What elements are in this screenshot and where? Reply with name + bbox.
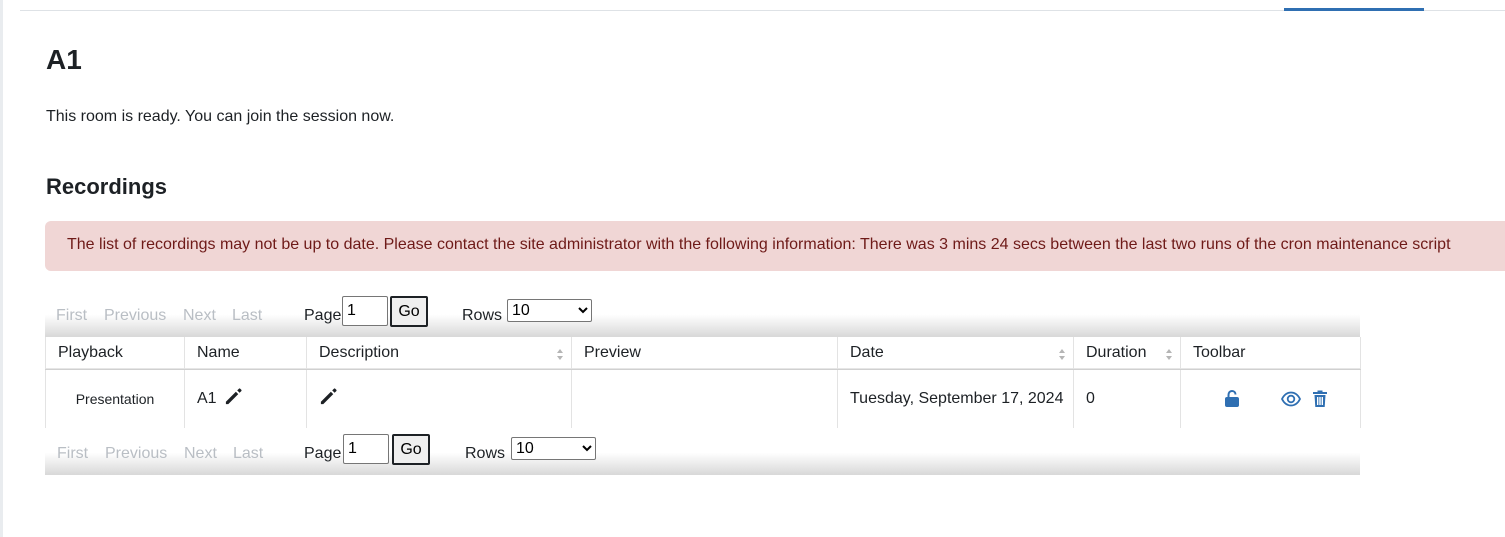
pager-next-link[interactable]: Next — [183, 307, 216, 325]
pager-last-link[interactable]: Last — [233, 445, 263, 463]
go-button[interactable]: Go — [390, 296, 428, 327]
unlock-icon[interactable] — [1224, 389, 1240, 413]
column-header-playback: Playback — [45, 337, 185, 370]
go-button[interactable]: Go — [392, 434, 430, 465]
header-label: Toolbar — [1193, 344, 1246, 361]
page-number-input[interactable] — [342, 296, 388, 326]
alert-text: The list of recordings may not be up to … — [67, 236, 1451, 253]
page-left-border — [0, 0, 3, 537]
toolbar-cell — [1180, 369, 1361, 428]
recordings-warning-alert: The list of recordings may not be up to … — [45, 221, 1505, 271]
sort-icon[interactable] — [1166, 349, 1173, 361]
page-label: Page — [304, 307, 342, 324]
pencil-icon[interactable] — [319, 387, 338, 411]
recording-duration: 0 — [1086, 390, 1095, 407]
header-label: Name — [197, 344, 240, 361]
pencil-icon[interactable] — [224, 387, 243, 411]
duration-cell: 0 — [1073, 369, 1181, 428]
header-label: Duration — [1086, 344, 1147, 361]
pager-next-link[interactable]: Next — [184, 445, 217, 463]
playback-cell: Presentation — [45, 369, 185, 428]
pager-previous-link[interactable]: Previous — [104, 307, 166, 325]
rows-per-page-select[interactable]: 10 — [507, 299, 592, 322]
pager-previous-link[interactable]: Previous — [105, 445, 167, 463]
pager-first-link[interactable]: First — [56, 307, 87, 325]
pager-bottom: First Previous Next Last Page Go Rows 10 — [45, 434, 1360, 475]
rows-per-page-select[interactable]: 10 — [511, 437, 596, 460]
column-header-name: Name — [184, 337, 307, 370]
room-status-message: This room is ready. You can join the ses… — [46, 108, 395, 125]
recordings-heading: Recordings — [46, 174, 168, 199]
name-cell: A1 — [184, 369, 307, 428]
recordings-table: Playback Name Description Preview Date D… — [45, 337, 1361, 428]
recording-date: Tuesday, September 17, 2024 — [850, 390, 1064, 407]
pager-last-link[interactable]: Last — [232, 307, 262, 325]
playback-presentation-link[interactable]: Presentation — [76, 391, 155, 407]
preview-cell — [571, 369, 838, 428]
description-cell — [306, 369, 572, 428]
pager-first-link[interactable]: First — [57, 445, 88, 463]
column-header-toolbar: Toolbar — [1180, 337, 1361, 370]
active-tab-indicator — [1284, 8, 1424, 11]
table-row: Presentation A1 Tuesday, September 17, 2… — [45, 369, 1361, 428]
column-header-date[interactable]: Date — [837, 337, 1074, 370]
page-title: A1 — [46, 44, 82, 75]
page-number-input[interactable] — [343, 434, 389, 464]
sort-icon[interactable] — [1059, 349, 1066, 361]
header-label: Description — [319, 344, 400, 361]
tabs-divider — [20, 10, 1505, 11]
page-label: Page — [304, 445, 342, 462]
table-header-row: Playback Name Description Preview Date D… — [45, 337, 1361, 370]
rows-label: Rows — [465, 445, 506, 462]
recording-name: A1 — [197, 390, 217, 408]
sort-icon[interactable] — [557, 349, 564, 361]
date-cell: Tuesday, September 17, 2024 — [837, 369, 1074, 428]
column-header-description[interactable]: Description — [306, 337, 572, 370]
trash-icon[interactable] — [1312, 390, 1328, 413]
column-header-duration[interactable]: Duration — [1073, 337, 1181, 370]
header-label: Preview — [584, 344, 641, 361]
header-label: Playback — [58, 344, 123, 361]
pager-top: First Previous Next Last Page Go Rows 10 — [45, 296, 1360, 337]
rows-label: Rows — [462, 307, 503, 324]
eye-icon[interactable] — [1280, 390, 1302, 413]
header-label: Date — [850, 344, 884, 361]
column-header-preview: Preview — [571, 337, 838, 370]
